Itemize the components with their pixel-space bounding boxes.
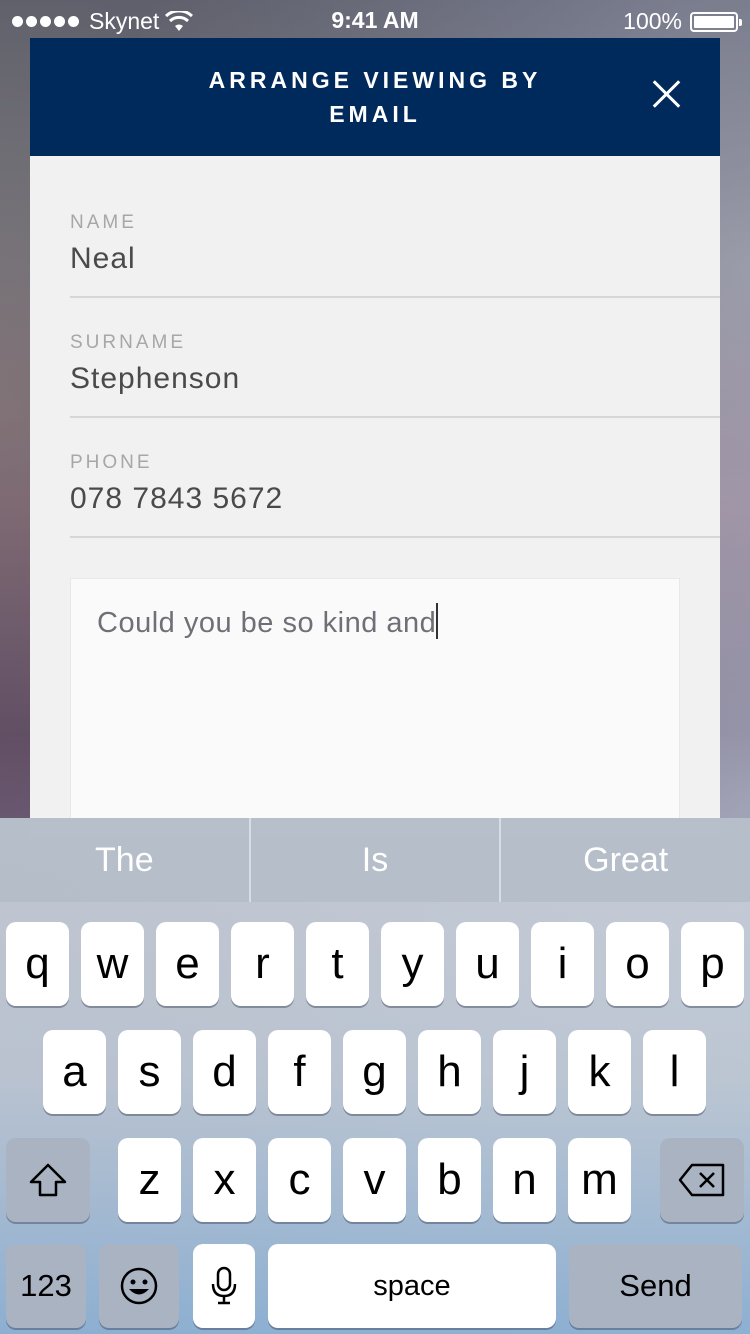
key-f[interactable]: f xyxy=(268,1030,331,1114)
key-o[interactable]: o xyxy=(606,922,669,1006)
message-textarea[interactable]: Could you be so kind and xyxy=(70,578,680,838)
suggestion-3[interactable]: Great xyxy=(499,818,750,902)
key-x[interactable]: x xyxy=(193,1138,256,1222)
modal-header: ARRANGE VIEWING BY EMAIL xyxy=(30,38,720,156)
key-e[interactable]: e xyxy=(156,922,219,1006)
shift-icon xyxy=(29,1163,67,1197)
text-caret xyxy=(436,603,439,639)
key-q[interactable]: q xyxy=(6,922,69,1006)
key-a[interactable]: a xyxy=(43,1030,106,1114)
key-y[interactable]: y xyxy=(381,922,444,1006)
key-j[interactable]: j xyxy=(493,1030,556,1114)
key-p[interactable]: p xyxy=(681,922,744,1006)
key-c[interactable]: c xyxy=(268,1138,331,1222)
key-m[interactable]: m xyxy=(568,1138,631,1222)
battery-icon xyxy=(690,11,742,32)
name-input[interactable]: Neal xyxy=(70,242,136,276)
phone-field[interactable]: PHONE 078 7843 5672 xyxy=(70,452,720,538)
backspace-icon xyxy=(678,1163,725,1197)
keyboard: The Is Great 123 space Send qwertyuiop as… xyxy=(0,818,750,1334)
shift-key[interactable] xyxy=(6,1138,90,1222)
key-s[interactable]: s xyxy=(118,1030,181,1114)
key-v[interactable]: v xyxy=(343,1138,406,1222)
surname-label: SURNAME xyxy=(70,332,187,353)
modal-title: ARRANGE VIEWING BY EMAIL xyxy=(208,67,542,127)
phone-label: PHONE xyxy=(70,452,153,473)
surname-input[interactable]: Stephenson xyxy=(70,362,240,396)
delete-key[interactable] xyxy=(660,1138,744,1222)
status-right: 100% xyxy=(623,8,742,35)
suggestion-1[interactable]: The xyxy=(0,818,249,902)
key-t[interactable]: t xyxy=(306,922,369,1006)
microphone-key[interactable] xyxy=(193,1244,255,1328)
microphone-icon xyxy=(211,1266,237,1305)
key-h[interactable]: h xyxy=(418,1030,481,1114)
name-field[interactable]: NAME Neal xyxy=(70,212,720,298)
key-n[interactable]: n xyxy=(493,1138,556,1222)
suggestion-bar: The Is Great xyxy=(0,818,750,902)
status-bar: Skynet 9:41 AM 100% xyxy=(0,0,750,40)
emoji-icon xyxy=(120,1267,158,1305)
suggestion-2[interactable]: Is xyxy=(248,818,500,902)
key-l[interactable]: l xyxy=(643,1030,706,1114)
emoji-key[interactable] xyxy=(99,1244,179,1328)
key-r[interactable]: r xyxy=(231,922,294,1006)
space-key[interactable]: space xyxy=(268,1244,556,1328)
numbers-key[interactable]: 123 xyxy=(6,1244,86,1328)
key-w[interactable]: w xyxy=(81,922,144,1006)
arrange-viewing-modal: ARRANGE VIEWING BY EMAIL NAME Neal SURNA… xyxy=(30,38,720,838)
phone-input[interactable]: 078 7843 5672 xyxy=(70,482,283,516)
name-label: NAME xyxy=(70,212,137,233)
key-b[interactable]: b xyxy=(418,1138,481,1222)
key-u[interactable]: u xyxy=(456,922,519,1006)
key-g[interactable]: g xyxy=(343,1030,406,1114)
key-i[interactable]: i xyxy=(531,922,594,1006)
battery-percent: 100% xyxy=(623,8,682,34)
message-text: Could you be so kind and xyxy=(97,607,437,639)
send-key[interactable]: Send xyxy=(569,1244,742,1328)
surname-field[interactable]: SURNAME Stephenson xyxy=(70,332,720,418)
key-k[interactable]: k xyxy=(568,1030,631,1114)
key-d[interactable]: d xyxy=(193,1030,256,1114)
key-z[interactable]: z xyxy=(118,1138,181,1222)
close-icon[interactable] xyxy=(652,78,682,108)
